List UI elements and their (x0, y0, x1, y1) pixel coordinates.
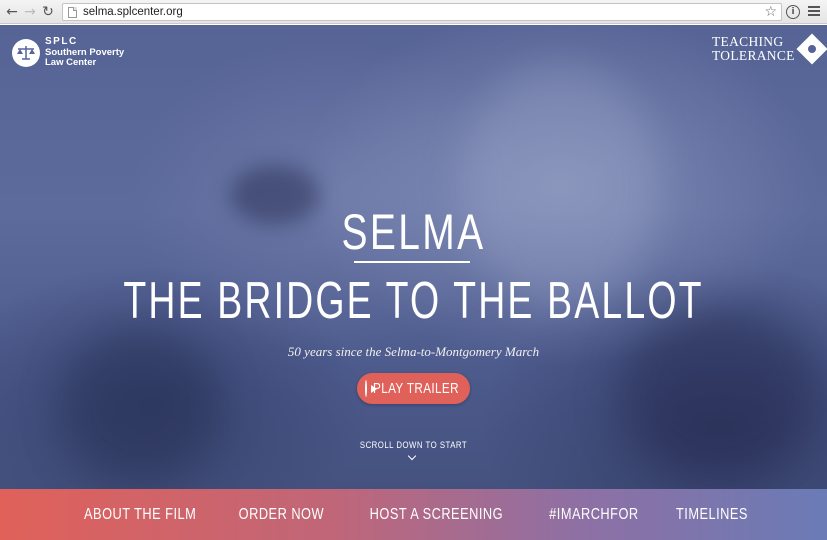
splc-wordmark: SPLC Southern Poverty Law Center (45, 36, 124, 69)
scroll-hint[interactable]: SCROLL DOWN TO START (74, 440, 752, 451)
nav-host-a-screening[interactable]: HOST A SCREENING (369, 506, 502, 524)
hamburger-menu-icon[interactable] (808, 6, 820, 18)
back-arrow-icon[interactable]: ← (3, 0, 21, 24)
play-trailer-label: PLAY TRAILER (373, 380, 459, 397)
bookmark-star-icon[interactable]: ☆ (764, 4, 777, 21)
splc-seal-icon (12, 38, 40, 67)
forward-arrow-icon[interactable]: → (21, 0, 39, 24)
nav-about-the-film[interactable]: ABOUT THE FILM (84, 506, 196, 524)
page-title: SELMA (341, 204, 486, 260)
splc-logo[interactable]: SPLC Southern Poverty Law Center (12, 36, 124, 69)
info-icon[interactable]: i (786, 5, 800, 19)
hero-section: SPLC Southern Poverty Law Center TEACHIN… (0, 25, 827, 489)
nav-timelines[interactable]: TIMELINES (676, 506, 748, 524)
tagline: 50 years since the Selma-to-Montgomery M… (287, 344, 540, 359)
teaching-tolerance-logo[interactable]: TEACHING TOLERANCE (712, 33, 827, 65)
play-trailer-button[interactable]: PLAY TRAILER (357, 373, 470, 404)
tt-diamond-icon (796, 33, 827, 65)
splc-line2: Law Center (45, 57, 97, 68)
browser-toolbar: ← → ↻ selma.splcenter.org ☆ i (0, 0, 827, 24)
title-divider (354, 261, 470, 263)
tt-line2: TOLERANCE (712, 48, 795, 63)
bottom-nav: ABOUT THE FILM ORDER NOW HOST A SCREENIN… (0, 489, 827, 540)
nav-imarchfor[interactable]: #IMARCHFOR (549, 506, 638, 524)
hero-background-blur (620, 305, 820, 485)
page-icon (68, 6, 77, 18)
nav-order-now[interactable]: ORDER NOW (239, 506, 324, 524)
hero-background-blur (460, 65, 660, 305)
play-icon (365, 380, 377, 397)
chevron-down-icon[interactable] (407, 451, 417, 461)
tt-wordmark: TEACHING TOLERANCE (712, 35, 795, 63)
address-bar[interactable]: selma.splcenter.org ☆ (62, 3, 782, 21)
tt-line1: TEACHING (712, 34, 784, 49)
splc-abbr: SPLC (45, 36, 78, 47)
reload-icon[interactable]: ↻ (39, 0, 57, 24)
page-subtitle: THE BRIDGE TO THE BALLOT (123, 272, 704, 330)
url-text[interactable]: selma.splcenter.org (83, 6, 183, 18)
